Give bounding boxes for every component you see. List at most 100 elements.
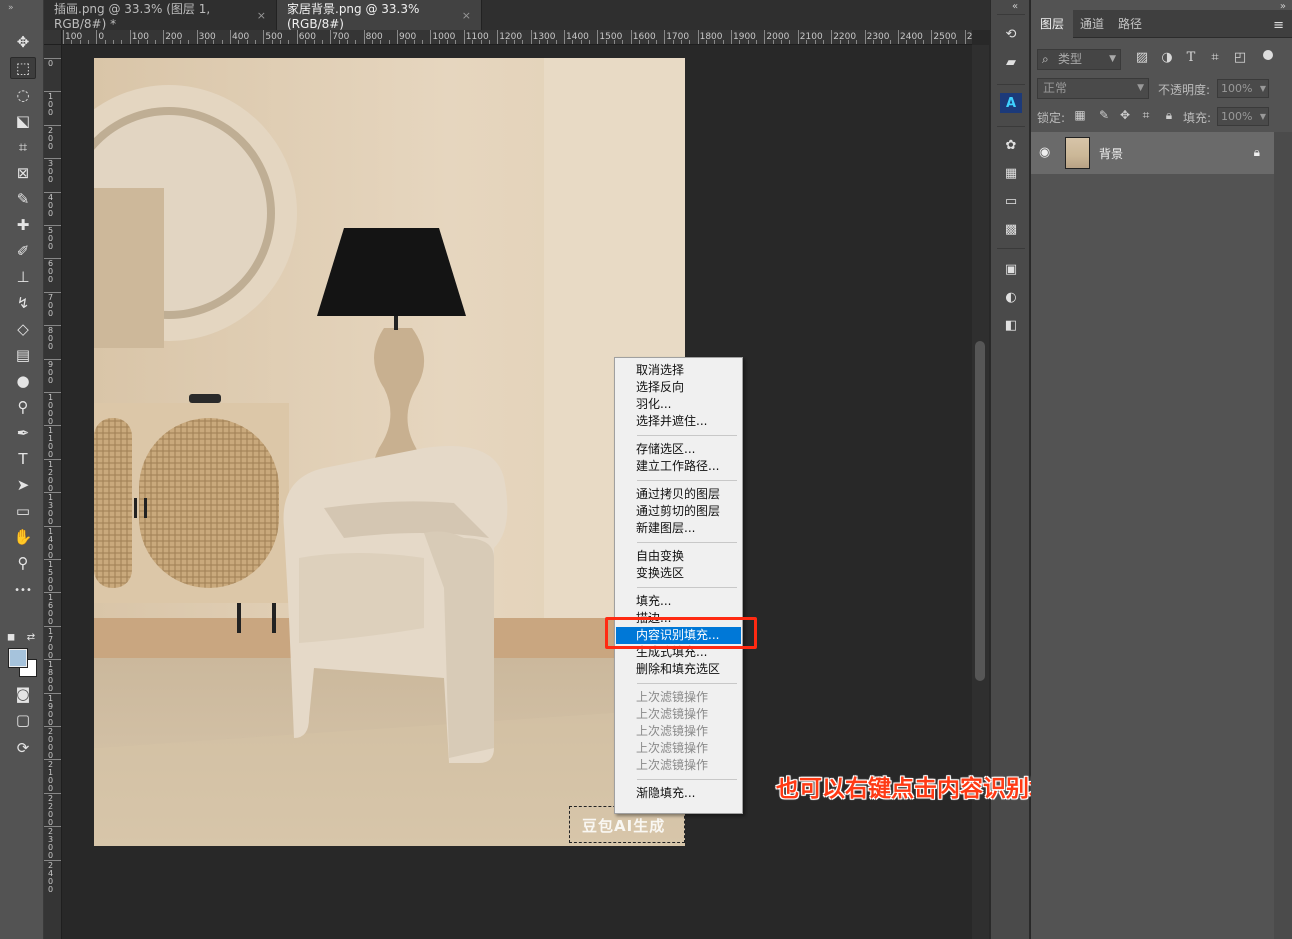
gradients-icon[interactable]: ▭ [1000, 191, 1022, 211]
tab-illustration[interactable]: 插画.png @ 33.3% (图层 1, RGB/8#) * × [44, 0, 277, 31]
libraries-icon[interactable]: ▣ [1000, 259, 1022, 279]
filter-adjustment-icon[interactable]: ◑ [1159, 50, 1175, 68]
collapse-dock-icon[interactable]: « [1012, 1, 1018, 12]
menu-item[interactable]: 新建图层... [616, 520, 741, 537]
comment-icon[interactable]: ▰ [1000, 52, 1022, 72]
lock-transparent-icon[interactable]: ▦ [1073, 108, 1087, 124]
type-tool-icon[interactable]: T [10, 448, 36, 470]
crop-tool-icon[interactable]: ⌗ [10, 136, 36, 158]
tab-paths[interactable]: 路径 [1109, 10, 1151, 38]
quick-mask-icon[interactable]: ◙ [10, 683, 36, 705]
eyedropper-icon[interactable]: ✎ [10, 188, 36, 210]
clone-stamp-icon[interactable]: ⊥ [10, 266, 36, 288]
ruler-label: 1800 [699, 32, 723, 42]
history-icon[interactable]: ⟲ [1000, 24, 1022, 44]
ruler-tick [44, 124, 61, 126]
move-tool-icon[interactable]: ✥ [10, 31, 36, 53]
ruler-minor-tick [188, 40, 190, 44]
brush-tool-icon[interactable]: ✐ [10, 240, 36, 262]
ruler-corner[interactable] [44, 30, 62, 45]
lock-all-icon[interactable]: 🔒︎ [1162, 108, 1176, 124]
tab-layers[interactable]: 图层 [1031, 10, 1074, 38]
patterns-icon[interactable]: ▩ [1000, 219, 1022, 239]
tools-panel: » ✥ ⬚ ◌ ⬕ ⌗ ⊠ ✎ ✚ ✐ ⊥ ↯ ◇ ▤ ● ⚲ ✒ T ➤ ▭ ✋ ⚲ ••• ◼ ⇄ ◙ ▢ ⟳ [0, 0, 44, 939]
menu-item[interactable]: 删除和填充选区 [616, 661, 741, 678]
close-icon[interactable]: × [257, 9, 266, 22]
menu-item[interactable]: 通过拷贝的图层 [616, 486, 741, 503]
ruler-minor-tick [689, 40, 691, 44]
tab-home-background[interactable]: 家居背景.png @ 33.3%(RGB/8#) × [277, 0, 482, 31]
ruler-label: 2200 [48, 793, 54, 827]
history-brush-icon[interactable]: ↯ [10, 292, 36, 314]
ruler-minor-tick [923, 40, 925, 44]
menu-item[interactable]: 通过剪切的图层 [616, 503, 741, 520]
default-colors-icon[interactable]: ◼ [4, 627, 18, 649]
edit-toolbar-icon[interactable]: ⟳ [10, 737, 36, 759]
gradient-icon[interactable]: ▤ [10, 344, 36, 366]
ruler-tick [330, 30, 332, 44]
lasso-tool-icon[interactable]: ◌ [10, 84, 36, 106]
screen-mode-icon[interactable]: ▢ [10, 709, 36, 731]
swatches-icon[interactable]: ▦ [1000, 163, 1022, 183]
menu-item[interactable]: 变换选区 [616, 565, 741, 582]
blend-mode-select[interactable]: 正常 ▼ [1037, 78, 1149, 99]
dodge-icon[interactable]: ⚲ [10, 396, 36, 418]
menu-item[interactable]: 羽化... [616, 396, 741, 413]
panel-menu-icon[interactable]: ≡ [1273, 18, 1284, 33]
menu-item[interactable]: 选择反向 [616, 379, 741, 396]
close-icon[interactable]: × [462, 9, 471, 22]
fill-input[interactable]: 100% ▼ [1217, 107, 1269, 126]
object-select-icon[interactable]: ⬕ [10, 110, 36, 132]
adjustments-icon[interactable]: ◐ [1000, 287, 1022, 307]
rectangle-tool-icon[interactable]: ▭ [10, 500, 36, 522]
path-select-icon[interactable]: ➤ [10, 474, 36, 496]
color-palette-icon[interactable]: ✿ [1000, 135, 1022, 155]
menu-item[interactable]: 填充... [616, 593, 741, 610]
frame-tool-icon[interactable]: ⊠ [10, 162, 36, 184]
ruler-label: 500 [265, 32, 283, 42]
opacity-input[interactable]: 100% ▼ [1217, 79, 1269, 98]
filter-smartobject-icon[interactable]: ◰ [1232, 50, 1248, 68]
document-image[interactable]: 豆包AI生成 [94, 58, 685, 846]
horizontal-ruler[interactable]: 100 0 100 200 300 400 500 600 700 800 900 1000 1100 1… [62, 30, 972, 45]
foreground-color-swatch[interactable] [8, 648, 28, 668]
tab-channels[interactable]: 通道 [1071, 10, 1113, 38]
zoom-tool-icon[interactable]: ⚲ [10, 552, 36, 574]
eraser-icon[interactable]: ◇ [10, 318, 36, 340]
filter-type-icon[interactable]: T [1183, 50, 1199, 68]
menu-item[interactable]: 存储选区... [616, 441, 741, 458]
layer-filter-select[interactable]: ⌕ 类型 ▼ [1037, 49, 1121, 70]
marquee-tool-icon[interactable]: ⬚ [10, 57, 36, 79]
ruler-tick [44, 726, 61, 727]
properties-icon[interactable]: ◧ [1000, 315, 1022, 335]
toolbar-grip-icon[interactable]: » [8, 3, 14, 13]
menu-item[interactable]: 选择并遮住... [616, 413, 741, 430]
filter-toggle[interactable] [1263, 50, 1273, 60]
lock-image-icon[interactable]: ✎ [1097, 108, 1111, 124]
hand-tool-icon[interactable]: ✋ [10, 526, 36, 548]
ruler-tick [898, 30, 899, 44]
swap-colors-icon[interactable]: ⇄ [24, 627, 38, 649]
blur-icon[interactable]: ● [10, 370, 36, 392]
menu-item[interactable]: 建立工作路径... [616, 458, 741, 475]
fill-value: 100% [1221, 110, 1253, 123]
menu-item[interactable]: 自由变换 [616, 548, 741, 565]
layer-row-background[interactable]: ◉ 背景 🔒︎ [1031, 132, 1274, 174]
lock-position-icon[interactable]: ✥ [1118, 108, 1132, 124]
healing-brush-icon[interactable]: ✚ [10, 214, 36, 236]
visibility-eye-icon[interactable]: ◉ [1039, 145, 1050, 160]
pen-tool-icon[interactable]: ✒ [10, 422, 36, 444]
vertical-ruler[interactable]: 0 100 200 300 400 500 600 700 800 900 1000 1100 1200… [44, 45, 62, 939]
lock-artboard-icon[interactable]: ⌗ [1139, 108, 1153, 124]
layers-scrollbar[interactable] [1274, 132, 1292, 939]
filter-shape-icon[interactable]: ⌗ [1207, 50, 1223, 68]
scroll-thumb[interactable] [975, 341, 985, 681]
ruler-minor-tick [956, 40, 958, 44]
adobe-fonts-icon[interactable]: A [1000, 93, 1022, 113]
filter-pixel-icon[interactable]: ▨ [1134, 50, 1150, 68]
menu-item: 上次滤镜操作 [636, 690, 709, 704]
canvas-scrollbar[interactable] [972, 45, 989, 939]
menu-item[interactable]: 渐隐填充... [616, 785, 741, 802]
more-tools-icon[interactable]: ••• [10, 580, 36, 602]
menu-item[interactable]: 取消选择 [616, 362, 741, 379]
